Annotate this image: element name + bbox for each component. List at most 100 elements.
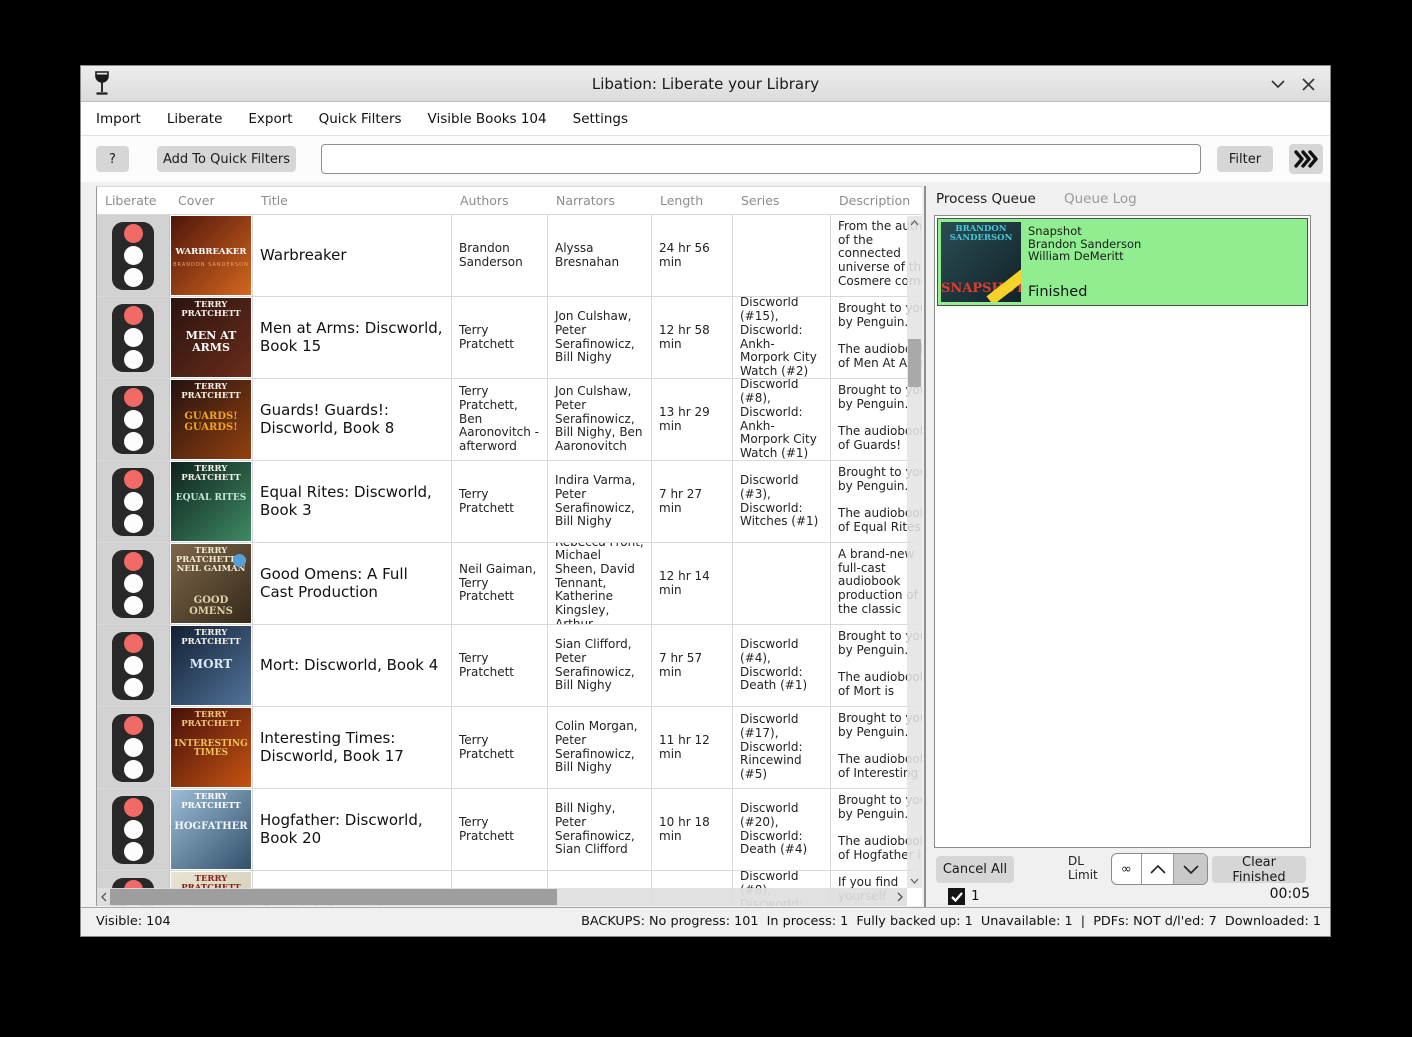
title-cell: Good Omens: A Full Cast Production — [253, 543, 452, 624]
book-row[interactable]: WARBREAKERBRANDON SANDERSONWarbreakerBra… — [97, 215, 922, 297]
menu-item-visible-books-104[interactable]: Visible Books 104 — [415, 111, 560, 127]
narrators-cell: Jon Culshaw, Peter Serafinowicz, Bill Ni… — [548, 297, 652, 378]
authors-cell: Terry Pratchett — [452, 461, 548, 542]
book-rows: WARBREAKERBRANDON SANDERSONWarbreakerBra… — [97, 215, 922, 906]
liberate-traffic-light-icon[interactable] — [112, 714, 154, 782]
menu-item-import[interactable]: Import — [83, 111, 154, 127]
menu-bar: ImportLiberateExportQuick FiltersVisible… — [81, 102, 1330, 136]
column-header-title[interactable]: Title — [253, 187, 452, 214]
spinner-down-icon[interactable] — [1174, 854, 1207, 884]
liberate-traffic-light-icon[interactable] — [112, 468, 154, 536]
minimize-button[interactable] — [1266, 74, 1290, 94]
length-cell: 12 hr 14 min — [652, 543, 733, 624]
column-header-series[interactable]: Series — [733, 187, 831, 214]
window-title: Libation: Liberate your Library — [81, 66, 1330, 102]
liberate-cell — [97, 543, 170, 624]
book-row[interactable]: TERRY PRATCHETT & NEIL GAIMANGOOD OMENSG… — [97, 543, 922, 625]
book-row[interactable]: TERRY PRATCHETTMEN AT ARMSMen at Arms: D… — [97, 297, 922, 379]
book-row[interactable]: TERRY PRATCHETTEQUAL RITESEqual Rites: D… — [97, 461, 922, 543]
cover-cell: TERRY PRATCHETT & NEIL GAIMANGOOD OMENS — [170, 543, 253, 624]
length-cell: 13 hr 29 min — [652, 379, 733, 460]
series-cell: Discworld (#20), Discworld: Death (#4) — [733, 789, 831, 870]
liberate-cell — [97, 789, 170, 870]
narrators-cell: Rebecca Front, Michael Sheen, David Tenn… — [548, 543, 652, 624]
dl-limit-value[interactable]: ∞ — [1112, 854, 1142, 884]
queue-item-narrator: William DeMeritt — [1028, 250, 1124, 263]
book-cover-art: TERRY PRATCHETTGUARDS! GUARDS! — [171, 380, 251, 459]
tab-process-queue[interactable]: Process Queue — [936, 191, 1036, 207]
title-cell: Interesting Times: Discworld, Book 17 — [253, 707, 452, 788]
horizontal-scrollbar-thumb[interactable] — [110, 889, 557, 905]
liberate-traffic-light-icon[interactable] — [112, 304, 154, 372]
narrators-cell: Sian Clifford, Peter Serafinowicz, Bill … — [548, 625, 652, 706]
liberate-traffic-light-icon[interactable] — [112, 632, 154, 700]
queue-item-cover: BRANDON SANDERSONSNAPSHOT — [941, 222, 1021, 302]
queue-count-checkbox[interactable] — [948, 888, 965, 905]
book-cover-art: TERRY PRATCHETTHOGFATHER — [171, 790, 251, 869]
book-row[interactable]: TERRY PRATCHETTGUARDS! GUARDS!Guards! Gu… — [97, 379, 922, 461]
scroll-up-icon[interactable] — [907, 216, 922, 230]
narrators-cell: Colin Morgan, Peter Serafinowicz, Bill N… — [548, 707, 652, 788]
authors-cell: Terry Pratchett — [452, 789, 548, 870]
book-row[interactable]: TERRY PRATCHETTINTERESTING TIMESInterest… — [97, 707, 922, 789]
search-input[interactable] — [321, 144, 1201, 174]
scroll-down-icon[interactable] — [907, 874, 922, 888]
help-button[interactable]: ? — [96, 146, 129, 172]
liberate-traffic-light-icon[interactable] — [112, 222, 154, 290]
book-cover-art: TERRY PRATCHETTINTERESTING TIMES — [171, 708, 251, 787]
narrators-cell: Alyssa Bresnahan — [548, 215, 652, 296]
column-header-length[interactable]: Length — [652, 187, 733, 214]
column-header-description[interactable]: Description — [831, 187, 922, 214]
vertical-scrollbar-thumb[interactable] — [908, 339, 921, 387]
length-cell: 7 hr 57 min — [652, 625, 733, 706]
narrators-cell: Bill Nighy, Peter Serafinowicz, Sian Cli… — [548, 789, 652, 870]
liberate-cell — [97, 297, 170, 378]
series-cell: Discworld (#15), Discworld: Ankh-Morpork… — [733, 297, 831, 378]
cover-badge — [233, 554, 246, 567]
liberate-traffic-light-icon[interactable] — [112, 796, 154, 864]
column-header-cover[interactable]: Cover — [170, 187, 253, 214]
book-row[interactable]: TERRY PRATCHETTMORTMort: Discworld, Book… — [97, 625, 922, 707]
process-queue-list: BRANDON SANDERSONSNAPSHOT Snapshot Brand… — [934, 215, 1311, 848]
add-to-quick-filters-button[interactable]: Add To Quick Filters — [157, 146, 296, 172]
status-bar: Visible: 104 BACKUPS: No progress: 101 I… — [81, 907, 1330, 936]
horizontal-scrollbar[interactable] — [97, 888, 907, 906]
cover-cell: TERRY PRATCHETTGUARDS! GUARDS! — [170, 379, 253, 460]
cover-cell: WARBREAKERBRANDON SANDERSON — [170, 215, 253, 296]
tab-queue-log[interactable]: Queue Log — [1064, 191, 1137, 207]
cover-cell: TERRY PRATCHETTINTERESTING TIMES — [170, 707, 253, 788]
filter-button[interactable]: Filter — [1217, 146, 1273, 172]
menu-item-liberate[interactable]: Liberate — [154, 111, 236, 127]
liberate-cell — [97, 461, 170, 542]
menu-item-settings[interactable]: Settings — [560, 111, 641, 127]
vertical-scrollbar[interactable] — [907, 216, 922, 888]
authors-cell: Terry Pratchett — [452, 625, 548, 706]
book-cover-art: BRANDON SANDERSONSNAPSHOT — [941, 222, 1021, 302]
spinner-up-icon[interactable] — [1142, 854, 1175, 884]
app-window: Libation: Liberate your Library ImportLi… — [80, 65, 1331, 937]
scroll-left-icon[interactable] — [97, 888, 111, 906]
cancel-all-button[interactable]: Cancel All — [936, 856, 1014, 883]
elapsed-time: 00:05 — [1270, 886, 1310, 902]
panel-splitter[interactable] — [924, 186, 926, 909]
column-header-liberate[interactable]: Liberate — [97, 187, 170, 214]
close-button[interactable] — [1296, 74, 1320, 94]
cover-cell: TERRY PRATCHETTEQUAL RITES — [170, 461, 253, 542]
scroll-right-icon[interactable] — [893, 888, 907, 906]
menu-item-quick-filters[interactable]: Quick Filters — [306, 111, 415, 127]
liberate-traffic-light-icon[interactable] — [112, 550, 154, 618]
menu-item-export[interactable]: Export — [235, 111, 305, 127]
book-row[interactable]: TERRY PRATCHETTHOGFATHERHogfather: Discw… — [97, 789, 922, 871]
queue-item-snapshot[interactable]: BRANDON SANDERSONSNAPSHOT Snapshot Brand… — [937, 218, 1308, 306]
title-cell: Men at Arms: Discworld, Book 15 — [253, 297, 452, 378]
table-header-row: LiberateCoverTitleAuthorsNarratorsLength… — [97, 187, 922, 215]
title-cell: Warbreaker — [253, 215, 452, 296]
fast-forward-icon[interactable] — [1289, 144, 1323, 174]
column-header-narrators[interactable]: Narrators — [548, 187, 652, 214]
clear-finished-button[interactable]: Clear Finished — [1212, 856, 1306, 883]
queue-item-title: Snapshot — [1028, 225, 1082, 238]
book-cover-art: TERRY PRATCHETTMORT — [171, 626, 251, 705]
column-header-authors[interactable]: Authors — [452, 187, 548, 214]
liberate-traffic-light-icon[interactable] — [112, 386, 154, 454]
series-cell: Discworld (#17), Discworld: Rincewind (#… — [733, 707, 831, 788]
